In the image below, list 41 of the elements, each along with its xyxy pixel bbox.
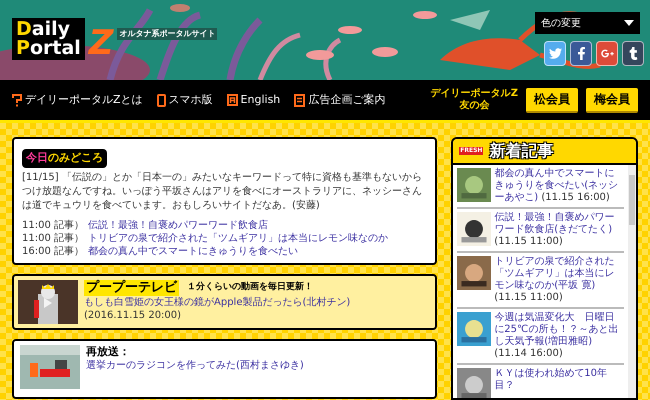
video-link[interactable]: もしも白雪姫の女王様の鏡がApple製品だったら(北村チン) <box>84 296 350 308</box>
nav-link[interactable]: English <box>226 92 280 108</box>
video-tagline: １分くらいの動画を毎日更新！ <box>187 280 313 294</box>
scrollbar[interactable] <box>628 165 636 398</box>
rerun-link[interactable]: 選挙カーのラジコンを作ってみた(西村まさゆき) <box>86 358 304 372</box>
question-icon <box>12 94 22 106</box>
new-article-link[interactable]: 都会の真ん中でスマートにきゅうりを食べたい(ネッシーあやこ) (11.15 16:00) <box>494 168 624 204</box>
nav-link[interactable]: デイリーポータルZとは <box>12 92 143 108</box>
rerun-label: 再放送： <box>86 344 131 358</box>
highlights-text: [11/15] 「伝説の」とか「日本一の」みたいなキーワードって特に資格も基準もないからつけ放題なんですね。いっぽう平坂さんはアリを食べにオーストラリアに、ネッシーさんは道でキュウリを食べています。おもしろいサイトだなあ。(安藤) <box>22 170 423 212</box>
new-article-link[interactable]: ＫＹは使われ始めて10年目？ <box>494 368 624 398</box>
club-label: デイリーポータルZ 友の会 <box>430 88 518 112</box>
site-logo[interactable]: Daily Portal <box>12 18 85 60</box>
article-link[interactable]: トリビアの泉で紹介された「ツムギアリ」は本当にレモン味なのか <box>88 232 388 244</box>
member-button[interactable]: 松会員 <box>526 88 578 112</box>
site-tagline: オルタナ系ポータルサイト <box>117 28 218 40</box>
article-link[interactable]: 都会の真ん中でスマートにきゅうりを食べたい <box>88 244 298 258</box>
dropdown-caret-icon <box>624 20 634 26</box>
article-link[interactable]: 伝説！最強！自褒めパワーワード飲食店 <box>88 218 268 232</box>
new-article-link[interactable]: トリビアの泉で紹介された「ツムギアリ」は本当にレモン味なのか(平坂 寛) (11.15 11:00) <box>494 256 624 304</box>
facebook-icon[interactable] <box>570 41 592 66</box>
color-select[interactable]: 色の変更 <box>535 12 640 34</box>
google-plus-icon[interactable] <box>596 41 618 66</box>
phone-icon <box>156 94 166 106</box>
letter-icon <box>226 94 238 106</box>
new-article-link[interactable]: 伝説！最強！自褒めパワーワード飲食店(きだてたく) (11.15 11:00) <box>494 212 624 248</box>
video-date: (2016.11.15 20:00) <box>84 308 182 322</box>
tumblr-icon[interactable] <box>622 41 644 66</box>
nav-link[interactable]: 広告企画ご案内 <box>294 92 386 108</box>
article-time: 11:00 記事） <box>22 232 84 244</box>
member-button[interactable]: 梅会員 <box>586 88 638 112</box>
article-time: 11:00 記事） <box>22 218 84 232</box>
new-articles-title: 新着記事 <box>489 140 554 162</box>
new-article-link[interactable]: 今週は気温変化大 日曜日に25℃の所も！？～あと出し天気予報(増田雅昭) (11.14 16:00) <box>494 312 624 360</box>
bird-icon[interactable] <box>544 41 566 66</box>
nav-link[interactable]: スマホ版 <box>156 92 213 108</box>
video-logo: プープーテレビ <box>84 280 179 296</box>
highlights-title: 今日のみどころ <box>22 149 107 168</box>
document-icon <box>294 94 306 106</box>
logo-z: Z <box>88 26 114 60</box>
article-time: 16:00 記事） <box>22 244 84 258</box>
